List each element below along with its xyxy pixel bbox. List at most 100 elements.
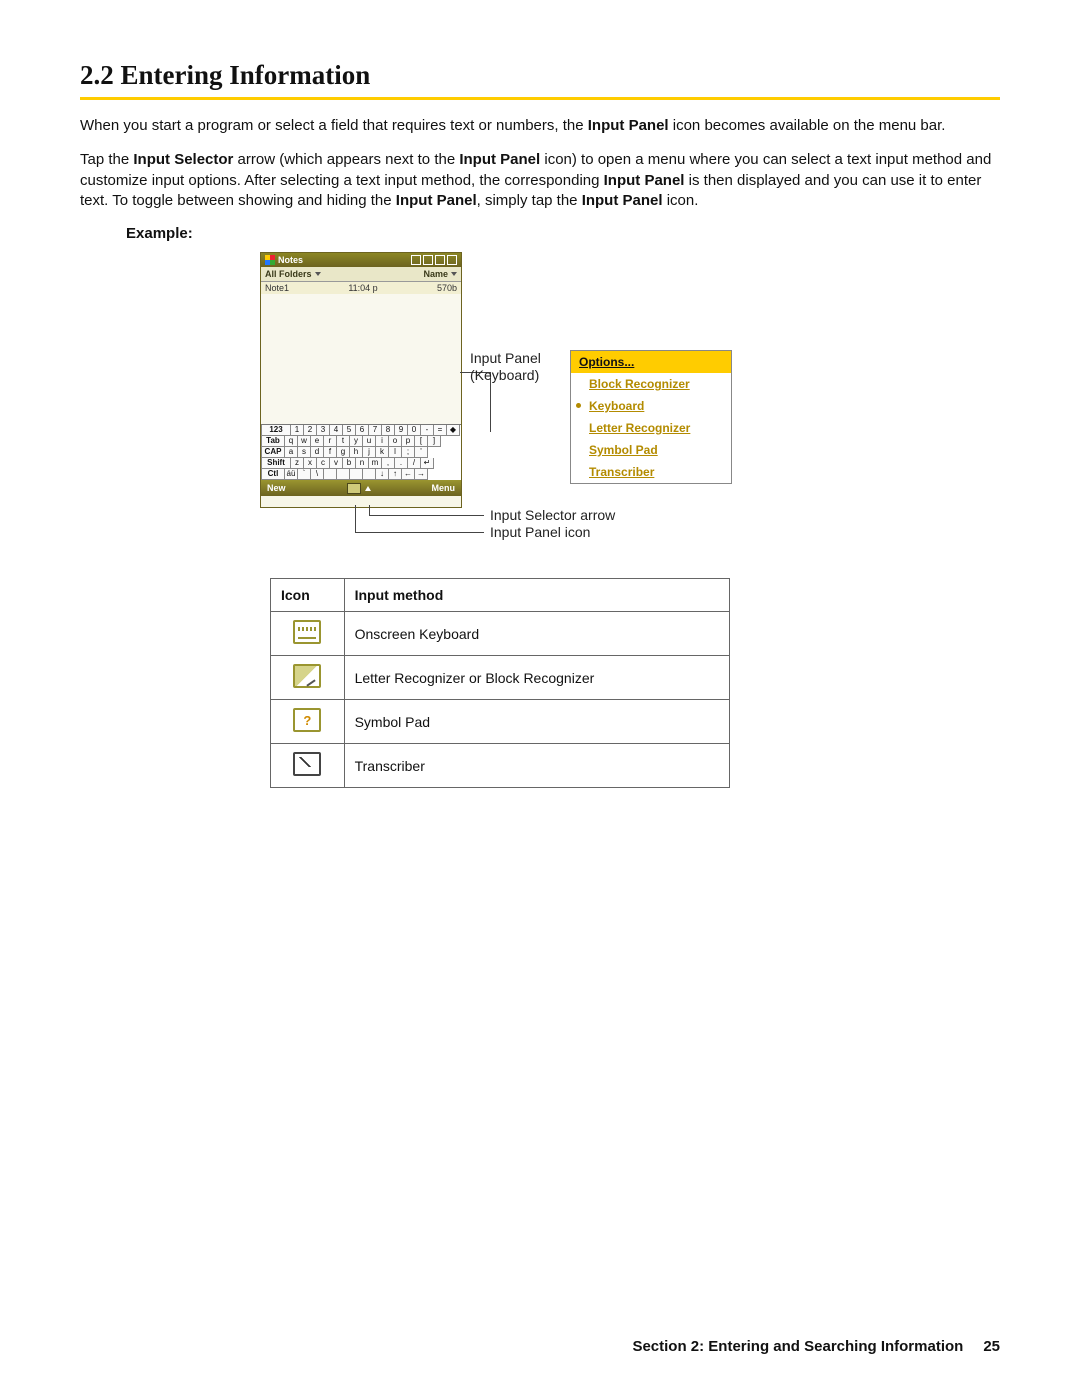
key[interactable]: j (363, 447, 376, 458)
key[interactable]: a (285, 447, 298, 458)
popup-item-symbol-pad[interactable]: Symbol Pad (571, 439, 731, 461)
table-row: Letter Recognizer or Block Recognizer (271, 656, 730, 700)
key[interactable]: 2 (304, 425, 317, 436)
key[interactable] (350, 469, 363, 480)
key[interactable]: 5 (343, 425, 356, 436)
method-label: Letter Recognizer or Block Recognizer (344, 656, 729, 700)
key[interactable]: m (369, 458, 382, 469)
key[interactable]: 6 (356, 425, 369, 436)
key[interactable]: i (376, 436, 389, 447)
key[interactable]: ← (402, 469, 415, 480)
key[interactable] (324, 469, 337, 480)
popup-item-keyboard[interactable]: Keyboard (571, 395, 731, 417)
key[interactable]: → (415, 469, 428, 480)
leader-line (369, 515, 484, 516)
key[interactable]: y (350, 436, 363, 447)
callout-input-panel: Input Panel(Keyboard) (470, 350, 541, 384)
key[interactable]: . (395, 458, 408, 469)
table-row: Onscreen Keyboard (271, 612, 730, 656)
key[interactable]: ↵ (421, 458, 434, 469)
sym-icon (293, 708, 321, 732)
softkey-menu[interactable]: Menu (431, 483, 455, 493)
key[interactable]: Ctl (261, 469, 285, 480)
key[interactable]: 1 (291, 425, 304, 436)
key[interactable]: w (298, 436, 311, 447)
callout-selector-arrow: Input Selector arrow (490, 507, 615, 524)
key[interactable]: f (324, 447, 337, 458)
key[interactable]: ; (402, 447, 415, 458)
key[interactable]: x (304, 458, 317, 469)
key[interactable]: n (356, 458, 369, 469)
key[interactable]: - (421, 425, 434, 436)
key[interactable]: 3 (317, 425, 330, 436)
key[interactable]: e (311, 436, 324, 447)
key[interactable]: / (408, 458, 421, 469)
key[interactable]: c (317, 458, 330, 469)
key[interactable]: ' (415, 447, 428, 458)
intro-paragraph-2: Tap the Input Selector arrow (which appe… (80, 150, 1000, 211)
key[interactable]: ↓ (376, 469, 389, 480)
key[interactable]: 0 (408, 425, 421, 436)
key[interactable]: l (389, 447, 402, 458)
input-method-popup: Options... Block RecognizerKeyboardLette… (570, 350, 732, 484)
device-softkeys: New Menu (261, 480, 461, 496)
key[interactable]: h (350, 447, 363, 458)
volume-icon (435, 255, 445, 265)
key[interactable]: s (298, 447, 311, 458)
key[interactable]: d (311, 447, 324, 458)
key[interactable]: ] (428, 436, 441, 447)
key[interactable]: ◆ (447, 425, 460, 436)
key[interactable]: CAP (261, 447, 285, 458)
key[interactable]: 4 (330, 425, 343, 436)
folders-dropdown[interactable]: All Folders (265, 269, 321, 279)
key[interactable]: o (389, 436, 402, 447)
key[interactable]: , (382, 458, 395, 469)
key[interactable]: \ (311, 469, 324, 480)
key[interactable]: q (285, 436, 298, 447)
softkey-new[interactable]: New (267, 483, 286, 493)
key[interactable]: 9 (395, 425, 408, 436)
key[interactable]: g (337, 447, 350, 458)
note-row[interactable]: Note1 11:04 p 570b (261, 282, 461, 294)
tr-icon (293, 752, 321, 776)
close-icon (447, 255, 457, 265)
key[interactable]: [ (415, 436, 428, 447)
key[interactable]: 123 (261, 425, 291, 436)
popup-item-transcriber[interactable]: Transcriber (571, 461, 731, 483)
key[interactable]: ↑ (389, 469, 402, 480)
onscreen-keyboard[interactable]: 1231234567890-=◆Tabqwertyuiop[]CAPasdfgh… (261, 424, 461, 480)
key[interactable]: Shift (261, 458, 291, 469)
key[interactable]: b (343, 458, 356, 469)
footer-section: Section 2: Entering and Searching Inform… (632, 1338, 963, 1355)
chevron-down-icon (451, 272, 457, 276)
input-panel-icon[interactable] (347, 483, 361, 494)
key[interactable]: k (376, 447, 389, 458)
key[interactable] (337, 469, 350, 480)
key[interactable]: = (434, 425, 447, 436)
key[interactable]: z (291, 458, 304, 469)
input-method-table: Icon Input method Onscreen KeyboardLette… (270, 578, 730, 788)
intro-paragraph-1: When you start a program or select a fie… (80, 116, 1000, 136)
key[interactable] (363, 469, 376, 480)
input-selector-arrow-icon[interactable] (365, 486, 371, 491)
key[interactable]: áü (285, 469, 298, 480)
sort-dropdown[interactable]: Name (423, 269, 457, 279)
key[interactable]: u (363, 436, 376, 447)
popup-options[interactable]: Options... (571, 351, 731, 373)
key[interactable]: v (330, 458, 343, 469)
table-row: Transcriber (271, 744, 730, 788)
key[interactable]: 7 (369, 425, 382, 436)
key[interactable]: 8 (382, 425, 395, 436)
page-footer: Section 2: Entering and Searching Inform… (80, 1338, 1000, 1355)
key[interactable]: Tab (261, 436, 285, 447)
key[interactable]: ` (298, 469, 311, 480)
popup-item-block-recognizer[interactable]: Block Recognizer (571, 373, 731, 395)
pen-icon (293, 664, 321, 688)
sync-icon (411, 255, 421, 265)
app-title: Notes (278, 255, 303, 265)
key[interactable]: r (324, 436, 337, 447)
key[interactable]: p (402, 436, 415, 447)
method-label: Symbol Pad (344, 700, 729, 744)
key[interactable]: t (337, 436, 350, 447)
popup-item-letter-recognizer[interactable]: Letter Recognizer (571, 417, 731, 439)
